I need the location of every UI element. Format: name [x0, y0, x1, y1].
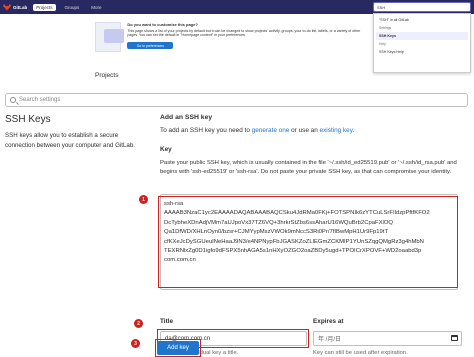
nav-groups[interactable]: Groups — [62, 4, 83, 11]
intro-text: To add an SSH key you need to — [160, 127, 252, 134]
projects-heading: Projects — [95, 72, 119, 79]
global-search-input[interactable]: SSH — [373, 2, 471, 12]
search-icon — [10, 97, 16, 103]
settings-search-input[interactable]: Search settings — [5, 93, 468, 107]
dropdown-ssh-keys-help-item[interactable]: SSH Keys Help — [376, 48, 468, 56]
settings-search-placeholder: Search settings — [19, 97, 61, 103]
ssh-keys-description: SSH keys allow you to establish a secure… — [5, 132, 136, 149]
search-all-option[interactable]: "SSH" in all GitLab — [376, 16, 468, 24]
annotation-marker-1: 1 — [139, 195, 148, 204]
customize-banner: Do you want to customize this page? This… — [95, 22, 365, 64]
key-highlight-box — [158, 196, 458, 288]
banner-title: Do you want to customize this page? — [127, 22, 198, 27]
expires-label: Expires at — [313, 318, 344, 325]
key-label: Key — [160, 146, 172, 153]
add-ssh-key-heading: Add an SSH key — [160, 114, 213, 121]
dropdown-ssh-keys-item[interactable]: SSH Keys — [376, 32, 468, 40]
nav-projects[interactable]: Projects — [33, 3, 56, 11]
add-key-intro: To add an SSH key you need to generate o… — [160, 127, 354, 134]
add-key-highlight-box — [155, 339, 201, 357]
dropdown-settings-heading: Settings — [379, 26, 392, 30]
brand-name: GitLab — [13, 4, 28, 10]
gitlab-logo[interactable]: GitLab — [3, 3, 28, 11]
annotation-marker-2: 2 — [134, 319, 143, 328]
gitlab-tanuki-icon — [3, 3, 11, 11]
ssh-keys-title: SSH Keys — [5, 114, 51, 125]
expires-date-input[interactable]: 年 /月/日 — [313, 331, 462, 346]
go-to-preferences-button[interactable]: Go to preferences — [127, 42, 174, 49]
key-help-text: Paste your public SSH key, which is usua… — [160, 160, 457, 175]
dropdown-help-heading: Help — [379, 42, 386, 46]
existing-key-link[interactable]: existing key — [320, 127, 353, 134]
intro-text-end: . — [352, 127, 355, 134]
annotation-marker-3: 3 — [131, 339, 140, 348]
title-label: Title — [160, 318, 174, 325]
calendar-icon[interactable] — [451, 335, 458, 341]
banner-illustration — [95, 22, 125, 52]
banner-text: This page shows a list of your projects … — [127, 29, 361, 37]
intro-text-mid: or use an — [289, 127, 320, 134]
search-dropdown: "SSH" in all GitLab Settings SSH Keys He… — [373, 13, 471, 73]
generate-one-link[interactable]: generate one — [252, 127, 290, 134]
expires-help-text: Key can still be used after expiration. — [313, 350, 408, 356]
nav-more[interactable]: More — [88, 4, 104, 11]
